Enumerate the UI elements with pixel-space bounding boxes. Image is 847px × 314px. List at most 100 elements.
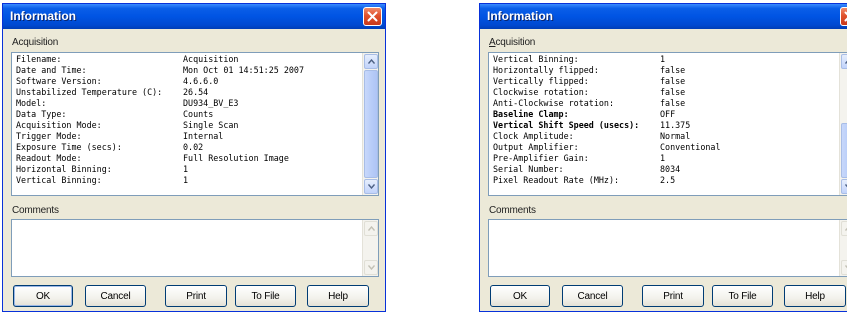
field-name: Vertically flipped: xyxy=(493,76,589,86)
chevron-up-icon xyxy=(367,59,375,64)
field-value: DU934_BV_E3 xyxy=(183,98,239,108)
comments-scroll-down-button[interactable] xyxy=(841,260,847,275)
print-button[interactable]: Print xyxy=(165,285,227,307)
to-file-button[interactable]: To File xyxy=(235,285,296,307)
title-bar[interactable]: Information xyxy=(3,4,385,29)
list-item[interactable]: Unstabilized Temperature (C): 26.54 xyxy=(16,87,358,98)
list-item[interactable]: Software Version: 4.6.6.0 xyxy=(16,76,358,87)
field-name: Date and Time: xyxy=(16,65,87,75)
chevron-up-icon xyxy=(367,226,375,231)
to-file-button[interactable]: To File xyxy=(712,285,773,307)
scroll-up-button[interactable] xyxy=(841,54,847,69)
scroll-thumb[interactable] xyxy=(841,123,847,178)
comments-scroll-up-button[interactable] xyxy=(364,221,378,236)
field-value: 4.6.6.0 xyxy=(183,76,219,86)
list-item[interactable]: Clockwise rotation: false xyxy=(493,87,835,98)
field-name: Anti-Clockwise rotation: xyxy=(493,98,615,108)
field-name: Unstabilized Temperature (C): xyxy=(16,87,163,97)
list-item[interactable]: Anti-Clockwise rotation: false xyxy=(493,98,835,109)
field-name: Output Amplifier: xyxy=(493,142,579,152)
help-button[interactable]: Help xyxy=(784,285,846,307)
help-button[interactable]: Help xyxy=(307,285,369,307)
list-item[interactable]: Horizontal Binning: 1 xyxy=(16,164,358,175)
field-name: Baseline Clamp: xyxy=(493,109,569,119)
field-name: Model: xyxy=(16,98,47,108)
field-value: Conventional xyxy=(660,142,721,152)
acquisition-listbox[interactable]: Filename: Acquisition Date and Time: Mon Oc… xyxy=(11,52,379,196)
scroll-down-button[interactable] xyxy=(841,179,847,194)
list-item[interactable]: Pixel Readout Rate (MHz): 2.5 xyxy=(493,175,835,186)
list-item[interactable]: Filename: Acquisition xyxy=(16,54,358,65)
list-item[interactable]: Vertically flipped: false xyxy=(493,76,835,87)
comments-textarea[interactable] xyxy=(488,219,847,277)
comments-scrollbar[interactable] xyxy=(362,220,378,276)
field-value: 11.375 xyxy=(660,120,691,130)
list-item[interactable]: Vertical Binning: 1 xyxy=(493,54,835,65)
field-value: OFF xyxy=(660,109,676,119)
field-name: Clock Amplitude: xyxy=(493,131,574,141)
scroll-thumb[interactable] xyxy=(364,70,378,178)
field-value: 0.02 xyxy=(183,142,204,152)
list-item[interactable]: Date and Time: Mon Oct 01 14:51:25 2007 xyxy=(16,65,358,76)
list-item[interactable]: Acquisition Mode: Single Scan xyxy=(16,120,358,131)
close-button[interactable] xyxy=(840,7,847,26)
field-name: Pixel Readout Rate (MHz): xyxy=(493,175,620,185)
field-name: Vertical Binning: xyxy=(16,175,102,185)
field-value: 2.5 xyxy=(660,175,676,185)
field-value: Normal xyxy=(660,131,691,141)
field-name: Horizontal Binning: xyxy=(16,164,112,174)
ok-button[interactable]: OK xyxy=(13,285,73,307)
comments-scrollbar[interactable] xyxy=(839,220,847,276)
ok-button[interactable]: OK xyxy=(490,285,550,307)
acquisition-rows: Vertical Binning: 1 Horizontally flipped: f… xyxy=(493,54,835,186)
acquisition-label: Acquisition xyxy=(12,37,59,48)
cancel-button[interactable]: Cancel xyxy=(562,285,623,307)
list-item[interactable]: Readout Mode: Full Resolution Image xyxy=(16,153,358,164)
field-name: Clockwise rotation: xyxy=(493,87,589,97)
acquisition-scrollbar[interactable] xyxy=(362,53,378,195)
list-item[interactable]: Baseline Clamp: OFF xyxy=(493,109,835,120)
field-value: false xyxy=(660,87,686,97)
comments-label: Comments xyxy=(12,205,59,216)
title-bar[interactable]: Information xyxy=(480,4,847,29)
field-name: Readout Mode: xyxy=(16,153,82,163)
list-item[interactable]: Output Amplifier: Conventional xyxy=(493,142,835,153)
list-item[interactable]: Pre-Amplifier Gain: 1 xyxy=(493,153,835,164)
close-button[interactable] xyxy=(363,7,382,26)
field-value: 1 xyxy=(183,175,189,185)
comments-textarea[interactable] xyxy=(11,219,379,277)
field-value: 1 xyxy=(183,164,189,174)
field-name: Software Version: xyxy=(16,76,102,86)
list-item[interactable]: Vertical Binning: 1 xyxy=(16,175,358,186)
comments-scroll-up-button[interactable] xyxy=(841,221,847,236)
scroll-down-button[interactable] xyxy=(364,179,378,194)
list-item[interactable]: Vertical Shift Speed (usecs): 11.375 xyxy=(493,120,835,131)
list-item[interactable]: Horizontally flipped: false xyxy=(493,65,835,76)
field-name: Trigger Mode: xyxy=(16,131,82,141)
field-value: Full Resolution Image xyxy=(183,153,289,163)
print-button[interactable]: Print xyxy=(642,285,704,307)
list-item[interactable]: Serial Number: 8034 xyxy=(493,164,835,175)
field-name: Acquisition Mode: xyxy=(16,120,102,130)
cancel-button[interactable]: Cancel xyxy=(85,285,146,307)
list-item[interactable]: Trigger Mode: Internal xyxy=(16,131,358,142)
list-item[interactable]: Model: DU934_BV_E3 xyxy=(16,98,358,109)
comments-scroll-down-button[interactable] xyxy=(364,260,378,275)
field-value: Acquisition xyxy=(183,54,239,64)
list-item[interactable]: Exposure Time (secs): 0.02 xyxy=(16,142,358,153)
list-item[interactable]: Data Type: Counts xyxy=(16,109,358,120)
field-value: Counts xyxy=(183,109,214,119)
field-value: false xyxy=(660,65,686,75)
acquisition-listbox[interactable]: Vertical Binning: 1 Horizontally flipped: f… xyxy=(488,52,847,196)
information-dialog-right: Information Acquisition Vertical Binning… xyxy=(479,3,847,312)
list-item[interactable]: Clock Amplitude: Normal xyxy=(493,131,835,142)
field-name: Serial Number: xyxy=(493,164,564,174)
dialog-title: Information xyxy=(10,9,76,23)
acquisition-scrollbar[interactable] xyxy=(839,53,847,195)
dialog-title: Information xyxy=(487,9,553,23)
field-value: Internal xyxy=(183,131,224,141)
field-value: 8034 xyxy=(660,164,681,174)
chevron-down-icon xyxy=(367,184,375,189)
field-value: false xyxy=(660,76,686,86)
scroll-up-button[interactable] xyxy=(364,54,378,69)
